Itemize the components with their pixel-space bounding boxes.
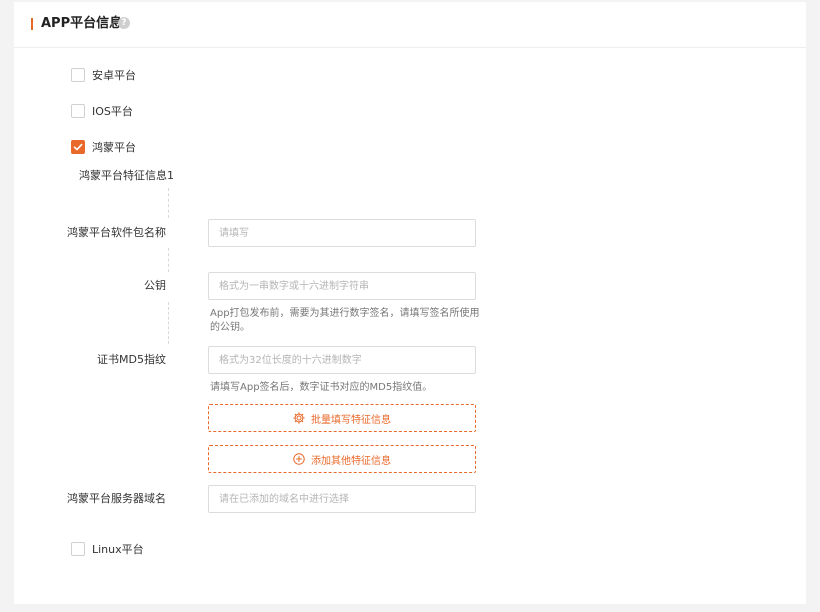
linux-platform-option[interactable]: Linux平台 [71,541,144,557]
harmony-platform-label: 鸿蒙平台 [92,141,136,154]
card-header: APP平台信息 ? [14,2,806,48]
batch-fill-features-label: 批量填写特征信息 [311,414,391,426]
harmony-platform-checkbox[interactable] [71,140,85,154]
public-key-label: 公钥 [144,279,166,292]
header-accent-bar [31,18,33,30]
cert-md5-input[interactable] [208,346,476,374]
ios-platform-checkbox[interactable] [71,104,85,118]
linux-platform-label: Linux平台 [92,543,144,556]
android-platform-checkbox[interactable] [71,68,85,82]
page-title: APP平台信息 [41,16,123,31]
android-platform-label: 安卓平台 [92,69,136,82]
checkmark-icon [73,143,83,151]
public-key-input[interactable] [208,272,476,300]
ios-platform-label: IOS平台 [92,105,133,118]
add-other-features-button[interactable]: 添加其他特征信息 [208,445,476,473]
cert-md5-hint: 请填写App签名后，数字证书对应的MD5指纹值。 [210,382,433,393]
connector-line [168,188,169,218]
app-platform-info-card: APP平台信息 ? 安卓平台 IOS平台 鸿蒙平台 鸿蒙平台特征信息1 鸿蒙平台… [14,2,806,604]
harmony-platform-option[interactable]: 鸿蒙平台 [71,139,136,155]
package-name-label: 鸿蒙平台软件包名称 [67,226,166,239]
package-name-input[interactable] [208,219,476,247]
linux-platform-checkbox[interactable] [71,542,85,556]
ios-platform-option[interactable]: IOS平台 [71,103,133,119]
server-domain-select[interactable] [208,485,476,513]
add-other-features-label: 添加其他特征信息 [311,455,391,467]
plus-circle-icon [293,453,305,465]
gear-icon [293,412,305,424]
connector-line [168,248,169,272]
question-circle-icon[interactable]: ? [118,17,130,29]
public-key-hint: App打包发布前，需要为其进行数字签名，请填写签名所使用的公钥。 [210,308,480,333]
batch-fill-features-button[interactable]: 批量填写特征信息 [208,404,476,432]
android-platform-option[interactable]: 安卓平台 [71,67,136,83]
harmony-feature-section-title: 鸿蒙平台特征信息1 [79,169,174,182]
cert-md5-label: 证书MD5指纹 [97,353,166,366]
server-domain-label: 鸿蒙平台服务器域名 [67,492,166,505]
connector-line [168,302,169,344]
